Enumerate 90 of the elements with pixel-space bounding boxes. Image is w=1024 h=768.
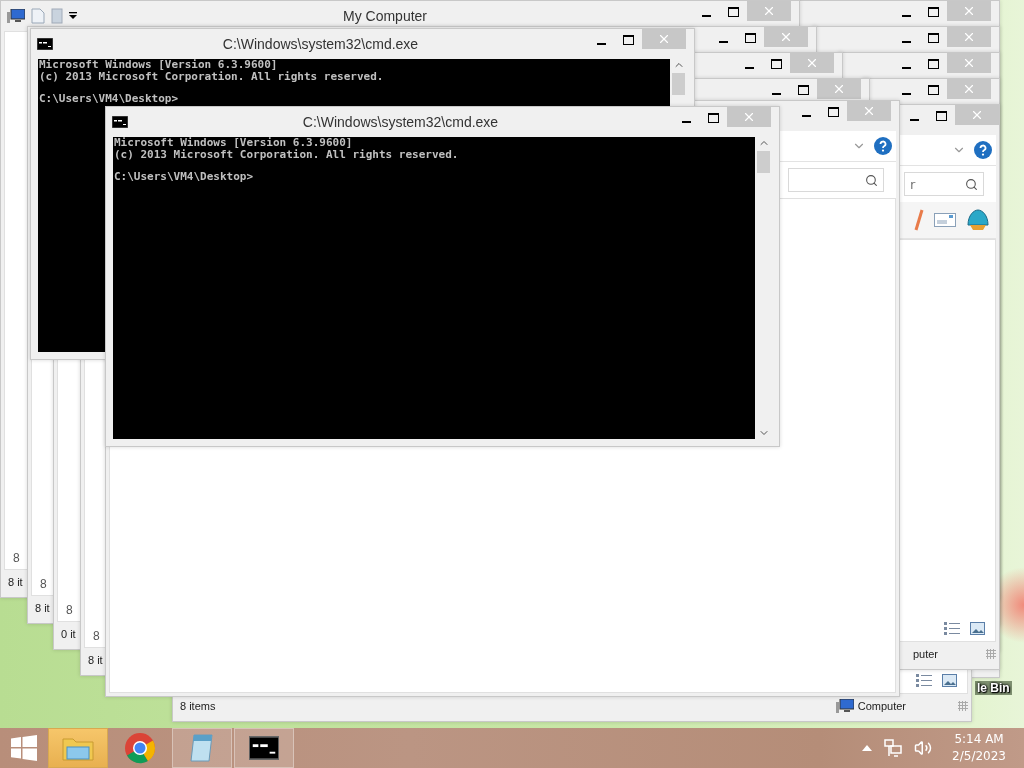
details-view-icon[interactable]	[916, 674, 932, 687]
maximize-icon	[771, 59, 782, 69]
minimize-icon	[910, 119, 919, 121]
window-title: C:\Windows\system32\cmd.exe	[221, 36, 420, 52]
resize-grip[interactable]	[958, 701, 968, 711]
search-field[interactable]	[788, 168, 884, 192]
desktop-icon-label[interactable]: le Bin	[975, 681, 1012, 695]
dropdown-icon[interactable]	[69, 12, 77, 20]
maximize-icon	[728, 7, 739, 17]
browser-icon	[124, 732, 156, 764]
console-prompt: C:\Users\VM4\Desktop>	[39, 93, 180, 105]
minimize-icon	[902, 15, 911, 17]
maximize-icon	[745, 33, 756, 43]
console-icon	[37, 38, 53, 50]
details-view-icon[interactable]	[944, 622, 960, 635]
volume-icon[interactable]	[914, 739, 933, 757]
window-title: C:\Windows\system32\cmd.exe	[301, 114, 500, 130]
maximize-icon	[928, 7, 939, 17]
help-icon[interactable]	[874, 137, 892, 155]
item-count: 8	[66, 603, 73, 617]
console-line: Microsoft Windows [Version 6.3.9600]	[114, 137, 354, 149]
minimize-icon	[902, 41, 911, 43]
close-icon	[970, 108, 984, 122]
image-view-icon[interactable]	[942, 674, 957, 687]
search-icon	[965, 177, 978, 191]
console-line: (c) 2013 Microsoft Corporation. All rights reserved.	[39, 71, 385, 83]
minimize-icon	[772, 93, 781, 95]
scroll-thumb[interactable]	[672, 73, 685, 95]
status-text: 8 it	[8, 576, 23, 588]
help-icon[interactable]	[974, 141, 992, 159]
minimize-icon	[902, 67, 911, 69]
network-icon[interactable]	[884, 739, 903, 757]
minimize-icon	[597, 43, 606, 45]
console-icon	[249, 736, 279, 760]
close-icon	[962, 56, 976, 70]
minimize-icon	[682, 121, 691, 123]
document-icon[interactable]	[31, 8, 45, 24]
close-icon	[742, 110, 756, 124]
maximize-icon	[798, 85, 809, 95]
close-icon	[962, 82, 976, 96]
shell-icon[interactable]	[966, 209, 990, 231]
close-icon	[832, 82, 846, 96]
minimize-icon	[745, 67, 754, 69]
location-text: puter	[912, 648, 938, 660]
pencil-icon[interactable]	[914, 209, 924, 231]
console-line: (c) 2013 Microsoft Corporation. All rights reserved.	[114, 149, 460, 161]
console-prompt: C:\Users\VM4\Desktop>	[114, 171, 255, 183]
show-hidden-icons-button[interactable]	[862, 745, 873, 751]
maximize-icon	[928, 85, 939, 95]
maximize-icon	[936, 111, 947, 121]
console-line: Microsoft Windows [Version 6.3.9600]	[39, 59, 279, 71]
close-icon	[779, 30, 793, 44]
maximize-icon	[828, 107, 839, 117]
search-icon	[865, 173, 878, 187]
item-count: 8	[13, 551, 20, 565]
status-text: 8 items	[180, 700, 216, 712]
clock[interactable]: 5:14 AM 2/5/2023	[952, 731, 1006, 765]
item-count: 8	[40, 577, 47, 591]
close-icon	[962, 30, 976, 44]
minimize-icon	[902, 93, 911, 95]
status-text: 0 it	[61, 628, 76, 640]
notepad-icon	[188, 733, 216, 763]
caret-up-icon	[862, 745, 873, 751]
status-text: 8 it	[88, 654, 103, 666]
maximize-icon	[928, 33, 939, 43]
location-text: Computer	[857, 700, 906, 712]
resize-grip[interactable]	[986, 649, 996, 659]
close-icon	[657, 32, 671, 46]
close-icon	[805, 56, 819, 70]
search-field[interactable]: r	[904, 172, 984, 196]
window-title: My Computer	[342, 8, 428, 24]
minimize-icon	[802, 115, 811, 117]
computer-icon	[7, 9, 25, 23]
windows-logo-icon	[11, 735, 37, 761]
console-icon	[112, 116, 128, 128]
computer-icon	[835, 699, 854, 713]
minimize-icon	[702, 15, 711, 17]
item-count: 8	[93, 629, 100, 643]
image-view-icon[interactable]	[970, 622, 985, 635]
minimize-icon	[719, 41, 728, 43]
maximize-icon	[623, 35, 634, 45]
folder-icon	[62, 735, 94, 761]
maximize-icon	[708, 113, 719, 123]
close-icon	[762, 4, 776, 18]
envelope-icon[interactable]	[934, 213, 956, 227]
scroll-thumb[interactable]	[757, 151, 770, 173]
status-text: 8 it	[35, 602, 50, 614]
maximize-icon	[928, 59, 939, 69]
close-icon	[962, 4, 976, 18]
close-icon	[862, 104, 876, 118]
